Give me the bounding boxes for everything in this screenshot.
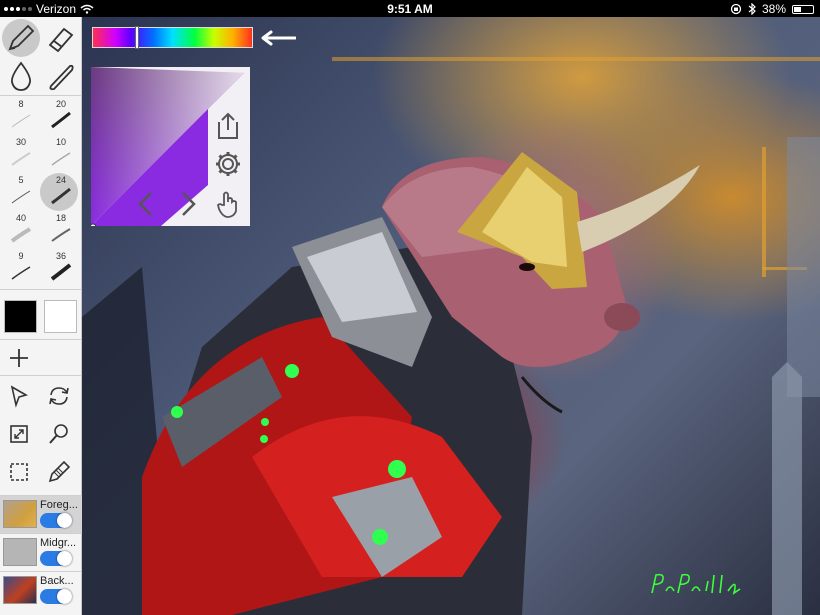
undo-button[interactable] bbox=[131, 189, 161, 219]
secondary-color-swatch[interactable] bbox=[44, 300, 77, 333]
brush-stroke-icon bbox=[11, 190, 31, 204]
settings-button[interactable] bbox=[213, 149, 243, 179]
brush-stroke-icon bbox=[10, 227, 32, 243]
rotate-tool[interactable] bbox=[40, 377, 78, 415]
hue-slider-handle[interactable] bbox=[135, 26, 140, 49]
brush-stroke-icon bbox=[50, 263, 72, 281]
touch-icon bbox=[217, 191, 237, 218]
color-picker-panel bbox=[91, 67, 250, 226]
system-indicators: 38% bbox=[730, 2, 814, 16]
brush-size-label: 24 bbox=[55, 175, 66, 185]
divider bbox=[0, 95, 82, 96]
brush-preset[interactable]: 5 bbox=[2, 175, 40, 209]
layer-item[interactable]: Midgr... bbox=[0, 533, 82, 571]
brush-preset-selected[interactable]: 24 bbox=[42, 175, 80, 209]
clock: 9:51 AM bbox=[387, 2, 433, 16]
select-arrow-icon bbox=[10, 385, 29, 408]
layer-visibility-toggle[interactable] bbox=[40, 551, 72, 566]
brush-preset[interactable]: 36 bbox=[42, 251, 80, 285]
marquee-tool[interactable] bbox=[0, 453, 38, 491]
divider bbox=[0, 289, 82, 290]
layer-thumbnail bbox=[3, 576, 37, 604]
brush-preset[interactable]: 10 bbox=[42, 137, 80, 171]
brush-stroke-icon bbox=[51, 111, 71, 129]
add-icon bbox=[10, 349, 28, 367]
brush-size-label: 36 bbox=[55, 251, 66, 261]
smudge-tool[interactable] bbox=[2, 57, 40, 95]
brush-preset[interactable]: 30 bbox=[2, 137, 40, 171]
share-button[interactable] bbox=[213, 111, 243, 141]
status-bar: Verizon 9:51 AM 38% bbox=[0, 0, 820, 17]
pencil-tool[interactable] bbox=[2, 19, 40, 57]
gear-icon bbox=[216, 152, 240, 176]
layer-name: Midgr... bbox=[40, 537, 77, 549]
brush-stroke-icon bbox=[11, 266, 31, 280]
rotation-lock-icon bbox=[730, 3, 742, 15]
pen-edit-icon bbox=[48, 460, 71, 483]
brush-stroke-icon bbox=[51, 228, 71, 242]
brush-size-label: 9 bbox=[18, 251, 24, 261]
layer-visibility-toggle[interactable] bbox=[40, 589, 72, 604]
layer-name: Back... bbox=[40, 575, 74, 587]
hue-slider[interactable] bbox=[92, 26, 253, 49]
rotate-icon bbox=[49, 387, 69, 405]
pencil-icon bbox=[8, 24, 35, 51]
line-tool-icon bbox=[49, 64, 74, 91]
smudge-drop-icon bbox=[11, 61, 31, 91]
brush-preset[interactable]: 8 bbox=[2, 99, 40, 133]
brush-size-label: 40 bbox=[15, 213, 26, 223]
layer-thumbnail bbox=[3, 538, 37, 566]
layer-name: Foreg... bbox=[40, 499, 78, 511]
add-button[interactable] bbox=[0, 339, 38, 377]
brush-preset[interactable]: 9 bbox=[2, 251, 40, 285]
eraser-tool[interactable] bbox=[42, 19, 80, 57]
battery-percent: 38% bbox=[761, 2, 786, 16]
brush-preset[interactable]: 18 bbox=[42, 213, 80, 247]
redo-chevron-icon bbox=[182, 192, 196, 216]
touch-button[interactable] bbox=[213, 189, 243, 219]
brush-size-label: 20 bbox=[55, 99, 66, 109]
brush-preset[interactable]: 40 bbox=[2, 213, 40, 247]
select-tool[interactable] bbox=[0, 377, 38, 415]
battery-icon bbox=[792, 4, 814, 14]
layer-visibility-toggle[interactable] bbox=[40, 513, 72, 528]
layer-item[interactable]: Back... bbox=[0, 571, 82, 615]
brush-size-label: 18 bbox=[55, 213, 66, 223]
layer-item[interactable]: Foreg... bbox=[0, 495, 82, 533]
brush-preset[interactable]: 20 bbox=[42, 99, 80, 133]
brush-size-label: 8 bbox=[18, 99, 24, 109]
brush-stroke-icon bbox=[11, 114, 31, 128]
magnifier-icon bbox=[49, 424, 68, 444]
redo-button[interactable] bbox=[173, 189, 203, 219]
tool-sidebar: 8 20 30 10 5 24 40 18 9 36 Foreg... Midg… bbox=[0, 17, 82, 615]
eraser-icon bbox=[48, 27, 74, 53]
brush-size-label: 30 bbox=[15, 137, 26, 147]
zoom-tool[interactable] bbox=[40, 415, 78, 453]
artist-signature-icon bbox=[651, 573, 741, 595]
brush-stroke-icon bbox=[51, 187, 71, 205]
share-icon bbox=[218, 112, 238, 139]
line-tool[interactable] bbox=[42, 57, 80, 95]
primary-color-swatch[interactable] bbox=[4, 300, 37, 333]
brush-size-label: 10 bbox=[55, 137, 66, 147]
brush-stroke-icon bbox=[51, 152, 71, 166]
divider bbox=[0, 375, 82, 376]
fit-screen-tool[interactable] bbox=[0, 415, 38, 453]
arrow-left-icon bbox=[261, 30, 296, 46]
brush-size-label: 5 bbox=[18, 175, 24, 185]
brush-stroke-icon bbox=[11, 152, 31, 166]
fit-screen-icon bbox=[10, 425, 28, 443]
pen-edit-tool[interactable] bbox=[40, 453, 78, 491]
marquee-selection-icon bbox=[10, 463, 28, 481]
bluetooth-icon bbox=[748, 3, 756, 15]
layer-thumbnail bbox=[3, 500, 37, 528]
undo-chevron-icon bbox=[138, 192, 152, 216]
